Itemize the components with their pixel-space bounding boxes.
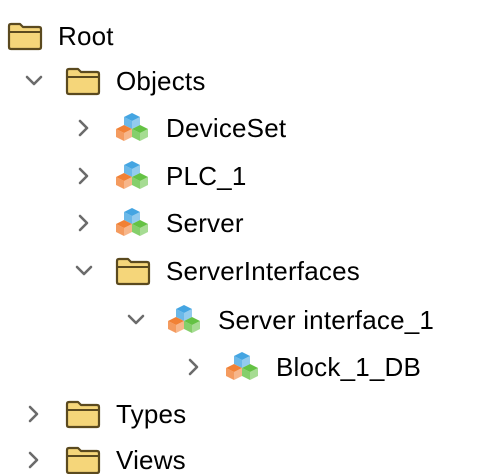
object-cubes-icon [114,111,152,145]
folder-icon [64,443,102,474]
chevron-down-icon[interactable] [22,69,46,93]
chevron-down-icon[interactable] [72,259,96,283]
address-space-tree: Root Objects DeviceSet PLC_1 Server Serv… [0,0,490,474]
tree-node-label: ServerInterfaces [166,256,360,286]
object-cubes-icon [166,303,204,337]
tree-node-label: Server interface_1 [218,305,435,335]
tree-node-objects[interactable]: Objects [22,59,206,103]
tree-node-label: Block_1_DB [276,352,422,382]
tree-node-server-interface-1[interactable]: Server interface_1 [124,298,434,342]
tree-node-label: Server [166,208,244,238]
chevron-right-icon[interactable] [72,211,96,235]
tree-node-label: PLC_1 [166,161,247,191]
tree-node-block-1-db[interactable]: Block_1_DB [182,345,421,389]
chevron-right-icon[interactable] [72,164,96,188]
chevron-right-icon[interactable] [22,402,46,426]
object-cubes-icon [114,159,152,193]
folder-icon [114,254,152,288]
folder-icon [6,19,44,53]
object-cubes-icon [114,206,152,240]
tree-node-types[interactable]: Types [22,392,186,436]
tree-node-root[interactable]: Root [6,14,114,58]
tree-node-serverinterfaces[interactable]: ServerInterfaces [72,249,360,293]
tree-node-label: Objects [116,66,206,96]
tree-node-label: Types [116,399,187,429]
tree-node-server[interactable]: Server [72,201,244,245]
chevron-down-icon[interactable] [124,308,148,332]
chevron-right-icon[interactable] [22,448,46,472]
chevron-right-icon[interactable] [72,116,96,140]
object-cubes-icon [224,350,262,384]
tree-node-label: DeviceSet [166,113,287,143]
chevron-right-icon[interactable] [182,355,206,379]
tree-node-label: Root [58,21,114,51]
tree-node-label: Views [116,445,186,474]
folder-icon [64,397,102,431]
folder-icon [64,64,102,98]
tree-node-deviceset[interactable]: DeviceSet [72,106,286,150]
tree-node-plc1[interactable]: PLC_1 [72,154,247,198]
tree-node-views[interactable]: Views [22,438,186,474]
